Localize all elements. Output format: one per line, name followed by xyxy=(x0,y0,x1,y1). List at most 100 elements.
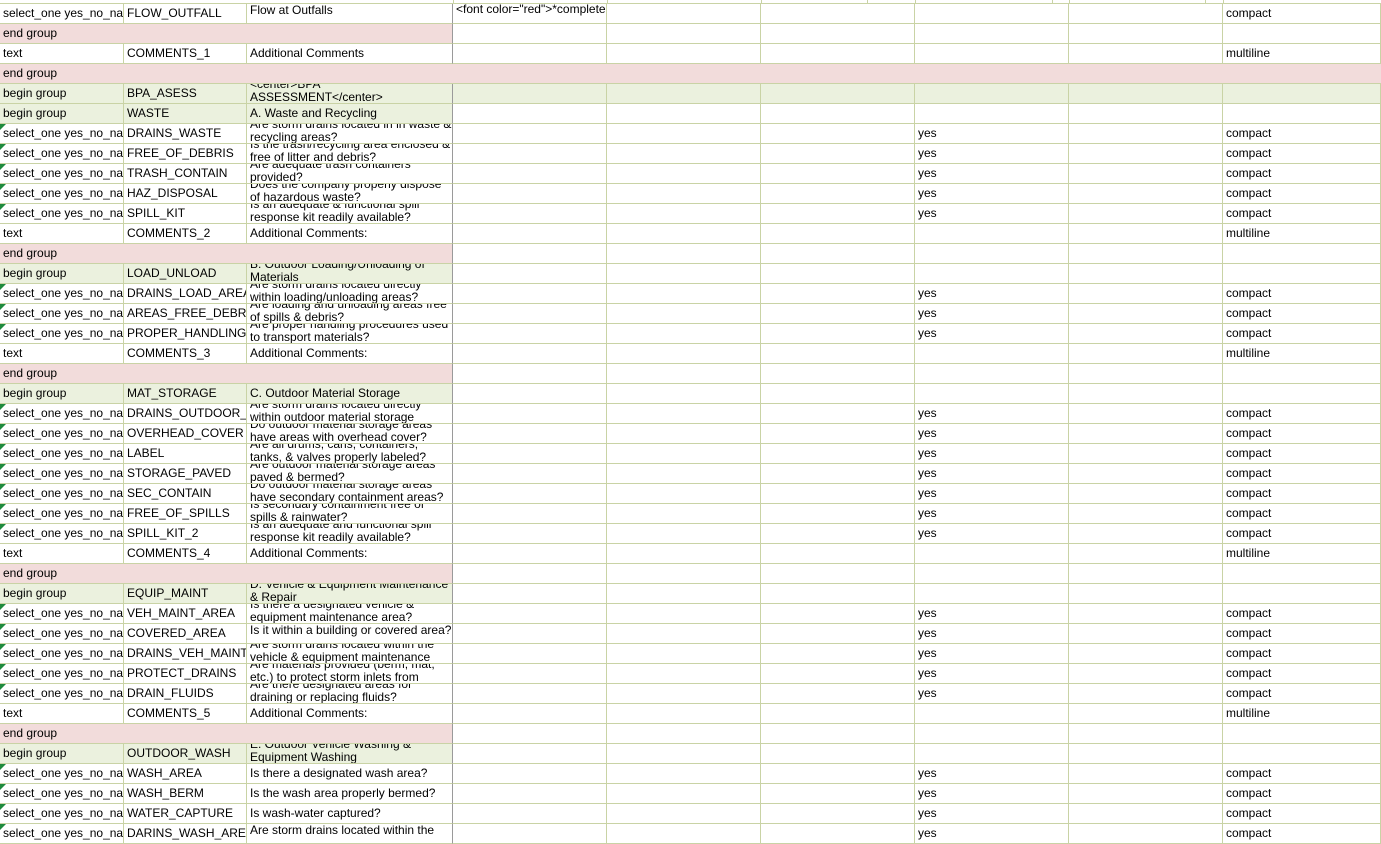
cell-label[interactable]: Are proper handling procedures used to t… xyxy=(247,324,453,344)
cell-c4[interactable] xyxy=(607,664,761,684)
cell-appearance[interactable]: compact xyxy=(1223,304,1381,324)
cell-type[interactable]: select_one yes_no_na xyxy=(0,524,124,544)
cell-appearance[interactable]: compact xyxy=(1223,4,1381,24)
cell-type[interactable]: select_one yes_no_na xyxy=(0,824,124,844)
cell-c5[interactable] xyxy=(761,724,915,744)
cell-c7[interactable] xyxy=(1069,604,1223,624)
cell-name[interactable]: COMMENTS_2 xyxy=(124,224,247,244)
cell-c3[interactable] xyxy=(453,544,607,564)
cell-name[interactable]: EQUIP_MAINT xyxy=(124,584,247,604)
cell-c3[interactable] xyxy=(453,684,607,704)
cell-label[interactable]: Additional Comments: xyxy=(247,704,453,724)
cell-c3[interactable] xyxy=(453,584,607,604)
cell-c4[interactable] xyxy=(607,164,761,184)
cell-appearance[interactable] xyxy=(1223,104,1381,124)
cell-c4[interactable] xyxy=(607,564,761,584)
cell-label[interactable]: Additional Comments: xyxy=(247,344,453,364)
cell-label[interactable]: Is an adequate & functional spill respon… xyxy=(247,204,453,224)
cell-c4[interactable] xyxy=(607,544,761,564)
cell-c3[interactable] xyxy=(453,244,607,264)
cell-c5[interactable] xyxy=(761,364,915,384)
cell-c7[interactable] xyxy=(1069,424,1223,444)
spreadsheet-grid[interactable]: select_one yes_no_na FLOW_OUTFALL Flow at … xyxy=(0,0,1381,844)
cell-c3[interactable] xyxy=(453,504,607,524)
cell-appearance[interactable] xyxy=(1223,364,1381,384)
cell-appearance[interactable]: compact xyxy=(1223,824,1381,844)
cell-type[interactable]: select_one yes_no_na xyxy=(0,764,124,784)
cell-type[interactable]: text xyxy=(0,544,124,564)
cell-appearance[interactable]: compact xyxy=(1223,664,1381,684)
cell-required[interactable]: yes xyxy=(915,284,1069,304)
cell-required[interactable] xyxy=(915,564,1069,584)
cell-c7[interactable] xyxy=(1069,4,1223,24)
cell-c3[interactable] xyxy=(453,744,607,764)
cell-label[interactable]: Is the trash/recycling area enclosed & f… xyxy=(247,144,453,164)
cell-type[interactable]: select_one yes_no_na xyxy=(0,404,124,424)
cell-required[interactable]: yes xyxy=(915,144,1069,164)
cell-c3[interactable] xyxy=(453,324,607,344)
cell-c5[interactable] xyxy=(761,704,915,724)
cell-c3[interactable] xyxy=(453,644,607,664)
cell-c7[interactable] xyxy=(1069,744,1223,764)
cell-c4[interactable] xyxy=(607,424,761,444)
cell-required[interactable]: yes xyxy=(915,644,1069,664)
cell-c4[interactable] xyxy=(607,44,761,64)
cell-required[interactable] xyxy=(915,724,1069,744)
cell-c3[interactable] xyxy=(453,204,607,224)
cell-name[interactable]: SEC_CONTAIN xyxy=(124,484,247,504)
cell-c7[interactable] xyxy=(1069,804,1223,824)
cell-c5[interactable] xyxy=(761,744,915,764)
cell-c5[interactable] xyxy=(761,524,915,544)
cell-label[interactable]: Does the company properly dispose of haz… xyxy=(247,184,453,204)
cell-name[interactable]: DRAINS_OUTDOOR_ xyxy=(124,404,247,424)
cell-c4[interactable] xyxy=(607,724,761,744)
cell-c4[interactable] xyxy=(607,384,761,404)
cell-c4[interactable] xyxy=(607,584,761,604)
cell-required[interactable]: yes xyxy=(915,504,1069,524)
cell-c7[interactable] xyxy=(1069,404,1223,424)
cell-c5[interactable] xyxy=(761,824,915,844)
cell-c5[interactable] xyxy=(761,564,915,584)
cell-c5[interactable] xyxy=(761,164,915,184)
cell-name[interactable]: PROPER_HANDLING xyxy=(124,324,247,344)
cell-appearance[interactable]: compact xyxy=(1223,624,1381,644)
cell-c5[interactable] xyxy=(761,24,915,44)
cell-label[interactable]: Do outdoor material storage areas have s… xyxy=(247,484,453,504)
cell-type[interactable]: select_one yes_no_na xyxy=(0,464,124,484)
cell-c7[interactable] xyxy=(1069,764,1223,784)
cell-c3[interactable] xyxy=(453,104,607,124)
cell-c4[interactable] xyxy=(607,684,761,704)
cell-c3[interactable] xyxy=(453,284,607,304)
cell-name[interactable]: FREE_OF_SPILLS xyxy=(124,504,247,524)
cell-c5[interactable] xyxy=(761,424,915,444)
cell-c7[interactable] xyxy=(1069,144,1223,164)
cell-label[interactable]: Are there designated areas for draining … xyxy=(247,684,453,704)
cell-c3[interactable] xyxy=(453,404,607,424)
cell-name[interactable]: VEH_MAINT_AREA xyxy=(124,604,247,624)
cell-c3[interactable] xyxy=(453,624,607,644)
cell-c7[interactable] xyxy=(1069,304,1223,324)
cell-name[interactable]: TRASH_CONTAIN xyxy=(124,164,247,184)
cell-type[interactable]: select_one yes_no_na xyxy=(0,684,124,704)
cell-c5[interactable] xyxy=(761,324,915,344)
cell-c4[interactable] xyxy=(607,84,761,104)
cell-c3[interactable] xyxy=(453,724,607,744)
cell-appearance[interactable]: compact xyxy=(1223,804,1381,824)
cell-required[interactable]: yes xyxy=(915,184,1069,204)
cell-required[interactable] xyxy=(915,264,1069,284)
cell-appearance[interactable]: compact xyxy=(1223,784,1381,804)
cell-c5[interactable] xyxy=(761,664,915,684)
cell-c3[interactable] xyxy=(453,524,607,544)
cell-appearance[interactable] xyxy=(1223,264,1381,284)
cell-type[interactable]: select_one yes_no_na xyxy=(0,324,124,344)
cell-c4[interactable] xyxy=(607,344,761,364)
cell-required[interactable] xyxy=(915,704,1069,724)
cell-name[interactable]: WASTE xyxy=(124,104,247,124)
cell-label[interactable]: Is there a designated wash area? xyxy=(247,764,453,784)
cell-c7[interactable] xyxy=(1069,584,1223,604)
cell-type[interactable]: begin group xyxy=(0,264,124,284)
cell-appearance[interactable]: compact xyxy=(1223,684,1381,704)
cell-c5[interactable] xyxy=(761,444,915,464)
cell-name[interactable]: COMMENTS_3 xyxy=(124,344,247,364)
cell-appearance[interactable]: compact xyxy=(1223,284,1381,304)
